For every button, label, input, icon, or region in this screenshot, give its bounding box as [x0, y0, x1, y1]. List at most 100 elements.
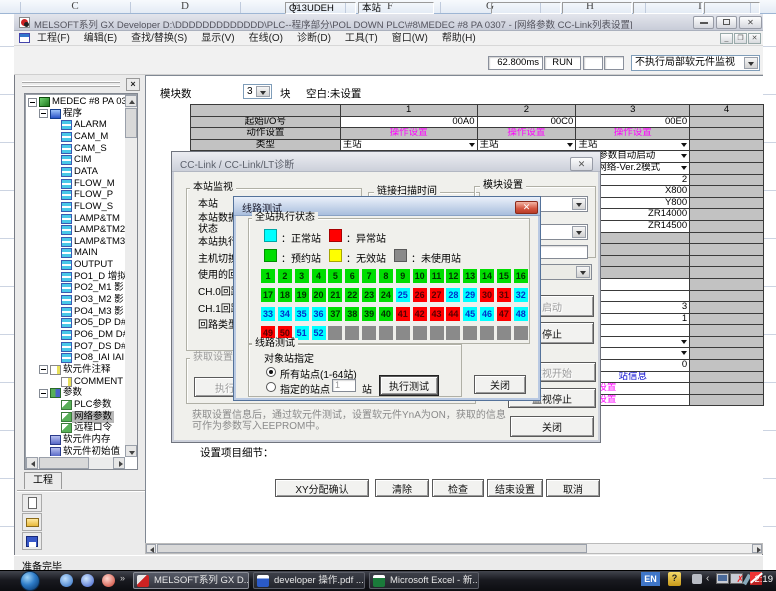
table-cell[interactable] — [690, 256, 764, 268]
menu-显示V[interactable]: 显示(V) — [194, 32, 241, 45]
start-button[interactable] — [20, 571, 40, 591]
tree-item-label[interactable]: PO6_DM D# — [72, 329, 126, 341]
table-cell[interactable] — [690, 151, 764, 163]
tree-item-label[interactable]: DATA — [72, 166, 100, 178]
table-cell[interactable] — [690, 395, 764, 407]
button-清除[interactable]: 清除 — [375, 479, 429, 497]
button-XY分配确认[interactable]: XY分配确认 — [275, 479, 369, 497]
table-cell[interactable] — [690, 348, 764, 360]
tree-item-label[interactable]: 软元件内存 — [61, 434, 113, 446]
menu-工程F[interactable]: 工程(F) — [30, 32, 77, 45]
tree-item[interactable]: 网络参数 — [26, 411, 126, 423]
tree-item-label[interactable]: 程序 — [61, 108, 84, 120]
tree-item[interactable]: PO7_DS D# — [26, 341, 126, 353]
tree-item[interactable]: LAMP&TM2 — [26, 224, 126, 236]
menu-帮助H[interactable]: 帮助(H) — [435, 32, 483, 45]
tray-network-icon[interactable]: ✗ — [730, 573, 743, 584]
tree-item[interactable]: OUTPUT — [26, 259, 126, 271]
tree-item[interactable]: 软元件注释 — [26, 364, 126, 376]
tree-item-label[interactable]: PO5_DP D# — [72, 317, 126, 329]
tree-item[interactable]: LAMP&TM — [26, 213, 126, 225]
button-取消[interactable]: 取消 — [546, 479, 600, 497]
table-cell[interactable] — [690, 175, 764, 187]
table-cell[interactable]: 2 — [478, 105, 577, 117]
module-count-select[interactable]: 3 — [243, 84, 272, 99]
tree-item[interactable]: MEDEC #8 PA 030 — [26, 96, 126, 108]
tree-item-label[interactable]: CIM — [72, 154, 93, 166]
quicklaunch-media-icon[interactable] — [102, 574, 115, 587]
table-cell[interactable]: 主站 — [478, 140, 577, 152]
tree-item[interactable]: LAMP&TM3 — [26, 236, 126, 248]
table-cell[interactable]: 00C0 — [478, 117, 577, 129]
table-cell[interactable] — [690, 360, 764, 372]
tree-item-label[interactable]: LAMP&TM2 — [72, 224, 126, 236]
tree-item-label[interactable]: PO3_M2 影 — [72, 294, 126, 306]
tree-item[interactable]: PO6_DM D# — [26, 329, 126, 341]
open-project-button[interactable] — [22, 513, 42, 531]
tree-expander-icon[interactable] — [39, 365, 48, 374]
tree-item-label[interactable]: 远程口令 — [72, 422, 114, 434]
monitor-mode-select[interactable]: 不执行局部软元件监视 — [631, 55, 760, 71]
tree-item[interactable]: PO3_M2 影 — [26, 294, 126, 306]
tree-item-label[interactable]: COMMENT — [72, 376, 125, 388]
table-cell[interactable] — [690, 372, 764, 384]
tree-item[interactable]: CAM_M — [26, 131, 126, 143]
tree-item-label[interactable]: PO8_IAI IAI — [72, 352, 126, 364]
table-cell[interactable]: 操作设置 — [576, 128, 690, 140]
tree-hscrollbar[interactable] — [26, 457, 125, 469]
dialog-title-bar[interactable]: CC-Link / CC-Link/LT诊断 — [172, 152, 600, 172]
tray-display-icon[interactable] — [716, 573, 729, 584]
table-cell[interactable]: 3 — [576, 105, 690, 117]
chevron-down-icon[interactable] — [744, 57, 758, 69]
tray-help-icon[interactable]: ? — [668, 572, 681, 586]
table-cell[interactable] — [690, 221, 764, 233]
station-number-input[interactable]: 1 — [332, 379, 356, 392]
tree-expander-icon[interactable] — [39, 109, 48, 118]
table-cell[interactable] — [690, 279, 764, 291]
chevron-down-icon[interactable] — [256, 86, 270, 97]
tree-item[interactable]: 软元件内存 — [26, 434, 126, 446]
tree-item[interactable]: 远程口令 — [26, 422, 126, 434]
new-project-button[interactable] — [22, 494, 42, 512]
table-cell[interactable]: 4 — [690, 105, 764, 117]
tree-item-label[interactable]: PO7_DS D# — [72, 341, 126, 353]
tree-item-label[interactable]: CAM_S — [72, 143, 109, 155]
tree-item[interactable]: PO2_M1 影 — [26, 282, 126, 294]
tree-item-label[interactable]: ALARM — [72, 119, 109, 131]
tree-item-label[interactable]: LAMP&TM3 — [72, 236, 126, 248]
task-melsoft[interactable]: MELSOFT系列 GX D... — [133, 572, 249, 589]
tree-expander-icon[interactable] — [28, 98, 37, 107]
table-cell[interactable] — [690, 383, 764, 395]
mdi-minimize-button[interactable]: _ — [720, 33, 733, 44]
tree-item[interactable]: PO8_IAI IAI — [26, 352, 126, 364]
line-test-close-button[interactable]: 关闭 — [474, 375, 526, 394]
panel-grip[interactable] — [22, 81, 120, 83]
tree-item[interactable]: 程序 — [26, 108, 126, 120]
task-pdf[interactable]: developer 操作.pdf ... — [253, 572, 365, 589]
tree-item-label[interactable]: 参数 — [61, 387, 84, 399]
menu-窗口W[interactable]: 窗口(W) — [385, 32, 435, 45]
table-cell[interactable] — [690, 128, 764, 140]
table-cell[interactable] — [690, 244, 764, 256]
tree-item-label[interactable]: PLC参数 — [72, 399, 113, 411]
table-cell[interactable]: 00E0 — [576, 117, 690, 129]
execute-test-button[interactable]: 执行测试 — [380, 376, 438, 395]
main-hscrollbar[interactable] — [145, 543, 763, 554]
tray-gear-icon[interactable] — [692, 574, 702, 584]
panel-grip[interactable] — [22, 85, 120, 87]
table-cell[interactable] — [690, 163, 764, 175]
dialog-close-button[interactable]: 关闭 — [510, 416, 594, 437]
radio-specified-station[interactable] — [266, 382, 276, 392]
button-检查[interactable]: 检查 — [432, 479, 484, 497]
save-project-button[interactable] — [22, 532, 42, 550]
tree-vscrollbar[interactable] — [125, 95, 137, 457]
table-cell[interactable]: 1 — [341, 105, 478, 117]
tree-item-label[interactable]: CAM_M — [72, 131, 110, 143]
tree-item-label[interactable]: FLOW_M — [72, 178, 117, 190]
tree-item[interactable]: PO4_M3 影 — [26, 306, 126, 318]
quicklaunch-overflow-icon[interactable]: » — [120, 573, 125, 583]
tree-item[interactable]: COMMENT — [26, 376, 126, 388]
tree-item-label[interactable]: PO1_D 增拟 — [72, 271, 126, 283]
table-cell[interactable] — [690, 140, 764, 152]
close-button[interactable]: ✕ — [739, 16, 762, 29]
